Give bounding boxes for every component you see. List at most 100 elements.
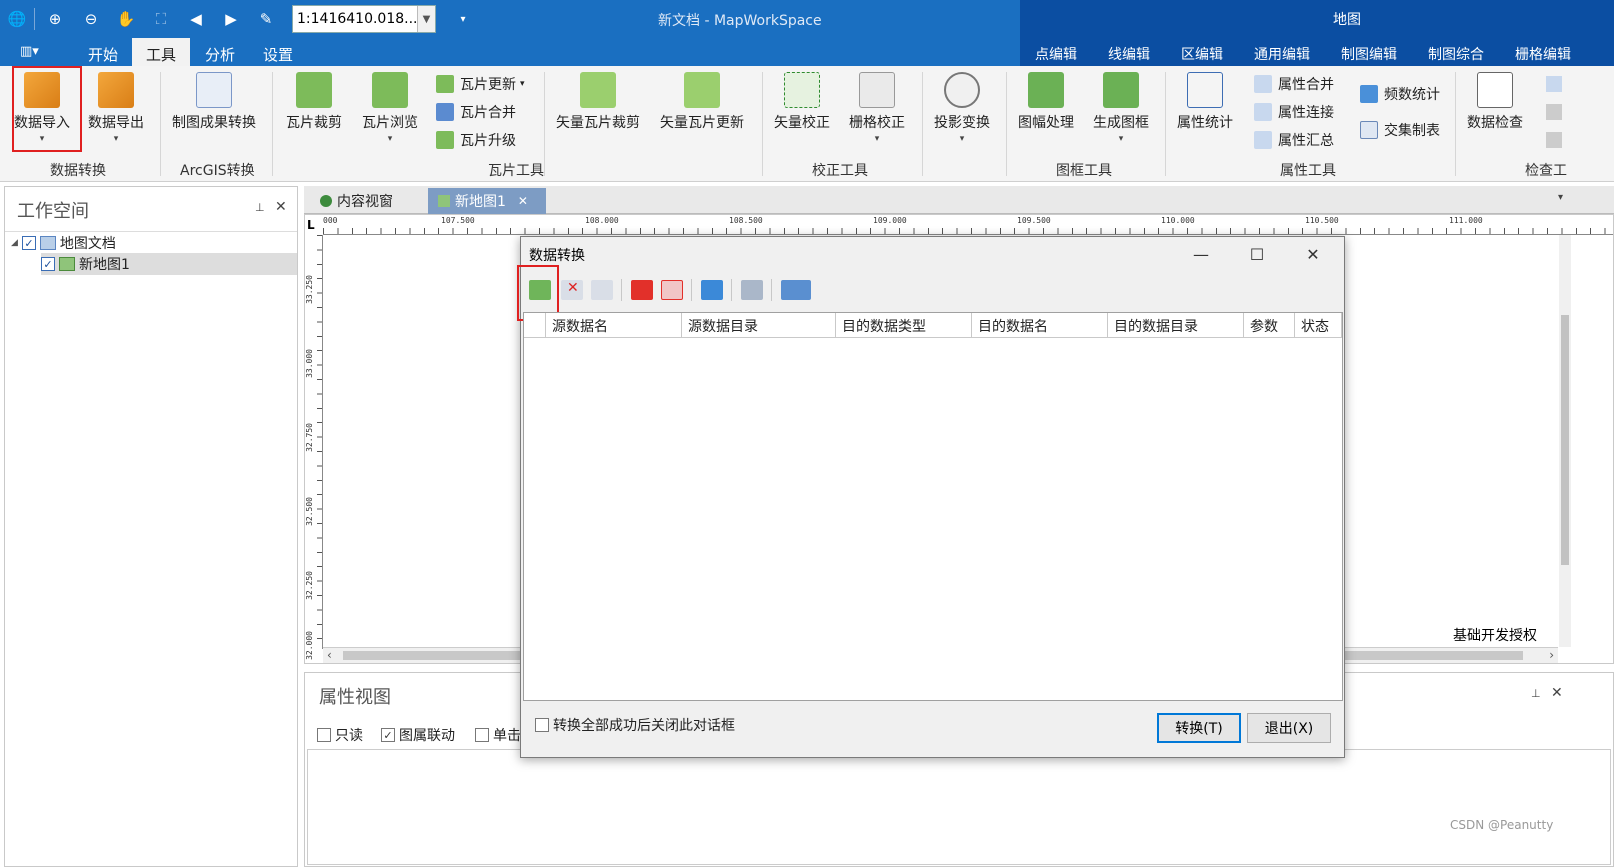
vector-tile-update-button[interactable]: 矢量瓦片更新: [660, 72, 744, 132]
close-icon[interactable]: ✕: [518, 194, 528, 208]
data-export-button[interactable]: 数据导出 ▾: [88, 72, 144, 144]
deselect-all-icon[interactable]: [661, 280, 683, 300]
attr-summary-button[interactable]: 属性汇总: [1254, 130, 1334, 150]
zoom-out-icon[interactable]: ⊖: [80, 8, 102, 30]
tree-item-new-map[interactable]: ✓ 新地图1: [41, 253, 297, 275]
horizontal-ruler: 000 107.500 108.000 108.500 109.000 109.…: [323, 215, 1613, 235]
checkbox[interactable]: [317, 728, 331, 742]
attr-merge-icon: [1254, 75, 1272, 93]
tile-clip-button[interactable]: 瓦片裁剪: [286, 72, 342, 132]
frame-process-button[interactable]: 图幅处理: [1018, 72, 1074, 132]
map-result-convert-button[interactable]: 制图成果转换: [172, 72, 256, 132]
check-small-icon-1[interactable]: [1546, 76, 1562, 92]
col-header-source-name[interactable]: 源数据名: [546, 313, 682, 338]
attr-merge-button[interactable]: 属性合并: [1254, 74, 1334, 94]
tab-analysis[interactable]: 分析: [205, 44, 235, 65]
tile-browse-button[interactable]: 瓦片浏览 ▾: [362, 72, 418, 144]
pan-hand-icon[interactable]: ✋: [115, 8, 137, 30]
group-separator: [1455, 72, 1456, 176]
browse-search-icon[interactable]: [701, 280, 723, 300]
tab-new-map[interactable]: 新地图1 ✕: [428, 188, 546, 214]
col-header-status[interactable]: 状态: [1295, 313, 1342, 338]
next-view-icon[interactable]: ▶: [220, 8, 242, 30]
tab-start[interactable]: 开始: [88, 44, 118, 65]
tree-item-map-document[interactable]: ◢ ✓ 地图文档: [11, 233, 116, 253]
options-dropdown-icon[interactable]: [781, 280, 811, 300]
check-small-icon-2[interactable]: [1546, 104, 1562, 120]
minimize-button[interactable]: —: [1186, 241, 1216, 267]
projection-button[interactable]: 投影变换 ▾: [934, 72, 990, 144]
close-button[interactable]: ✕: [1298, 241, 1328, 267]
scale-value[interactable]: 1:1416410.018...: [293, 11, 417, 27]
checkbox[interactable]: ✓: [41, 257, 55, 271]
tab-general-edit[interactable]: 通用编辑: [1254, 44, 1310, 64]
delete-item-icon[interactable]: ✕: [561, 280, 583, 300]
pin-icon[interactable]: ⊥: [1531, 687, 1541, 700]
vector-correct-button[interactable]: 矢量校正: [774, 72, 830, 132]
convert-button[interactable]: 转换(T): [1157, 713, 1241, 743]
gen-frame-button[interactable]: 生成图框 ▾: [1093, 72, 1149, 144]
refresh-wand-icon[interactable]: ✎: [255, 8, 277, 30]
tab-cartography-edit[interactable]: 制图编辑: [1341, 44, 1397, 64]
tab-raster-edit[interactable]: 栅格编辑: [1515, 44, 1571, 64]
edit-list-icon[interactable]: [591, 280, 613, 300]
tab-cartography-generalize[interactable]: 制图综合: [1428, 44, 1484, 64]
exit-button[interactable]: 退出(X): [1247, 713, 1331, 743]
attr-join-button[interactable]: 属性连接: [1254, 102, 1334, 122]
tab-point-edit[interactable]: 点编辑: [1035, 44, 1077, 64]
close-on-success-checkbox[interactable]: 转换全部成功后关闭此对话框: [535, 715, 735, 735]
col-header-target-type[interactable]: 目的数据类型: [836, 313, 972, 338]
full-extent-icon[interactable]: ⛶: [150, 8, 172, 30]
vertical-scrollbar[interactable]: [1559, 235, 1571, 647]
scroll-left-icon[interactable]: ‹: [327, 648, 332, 662]
vector-tile-clip-button[interactable]: 矢量瓦片裁剪: [556, 72, 640, 132]
workspace-title: 工作空间: [17, 201, 89, 222]
app-menu-icon[interactable]: ▥▾: [20, 44, 39, 59]
tile-update-button[interactable]: 瓦片更新 ▾: [436, 74, 525, 94]
select-all-icon[interactable]: [631, 280, 653, 300]
data-check-button[interactable]: 数据检查: [1467, 72, 1523, 132]
checkbox[interactable]: [475, 728, 489, 742]
check-small-icon-3[interactable]: [1546, 132, 1562, 148]
close-icon[interactable]: ✕: [275, 199, 287, 215]
col-header-params[interactable]: 参数: [1244, 313, 1295, 338]
tab-tools[interactable]: 工具: [132, 38, 191, 66]
single-click-checkbox[interactable]: 单击: [475, 725, 521, 745]
customize-quick-access-icon[interactable]: ▾: [452, 8, 474, 30]
tab-content-view[interactable]: 内容视窗: [310, 188, 403, 214]
ruler-tick-label: 33.000: [305, 349, 314, 378]
tab-label: 新地图1: [455, 194, 506, 210]
tile-update-icon: [436, 75, 454, 93]
checkbox[interactable]: ✓: [381, 728, 395, 742]
attr-stats-button[interactable]: 属性统计: [1177, 72, 1233, 132]
maximize-button[interactable]: ☐: [1242, 241, 1272, 267]
tile-merge-button[interactable]: 瓦片合并: [436, 102, 516, 122]
chevron-down-icon[interactable]: ▼: [417, 6, 435, 32]
checkbox[interactable]: ✓: [21, 236, 36, 250]
tab-line-edit[interactable]: 线编辑: [1108, 44, 1150, 64]
convert-list-grid[interactable]: 源数据名 源数据目录 目的数据类型 目的数据名 目的数据目录 参数 状态: [523, 312, 1343, 701]
close-icon[interactable]: ✕: [1551, 685, 1563, 701]
tree-expand-icon[interactable]: ◢: [11, 238, 18, 248]
raster-correct-button[interactable]: 栅格校正 ▾: [849, 72, 905, 144]
readonly-checkbox[interactable]: 只读: [317, 725, 363, 745]
freq-stats-button[interactable]: 频数统计: [1360, 84, 1440, 104]
previous-view-icon[interactable]: ◀: [185, 8, 207, 30]
properties-grid[interactable]: [307, 749, 1611, 865]
tile-upgrade-button[interactable]: 瓦片升级: [436, 130, 516, 150]
tab-settings[interactable]: 设置: [263, 44, 293, 65]
tab-region-edit[interactable]: 区编辑: [1181, 44, 1223, 64]
scale-combobox[interactable]: 1:1416410.018... ▼: [292, 5, 436, 33]
zoom-in-icon[interactable]: ⊕: [44, 8, 66, 30]
col-header-source-dir[interactable]: 源数据目录: [682, 313, 836, 338]
map-attr-link-checkbox[interactable]: ✓ 图属联动: [381, 725, 455, 745]
globe-icon[interactable]: 🌐: [6, 8, 28, 30]
col-header-target-dir[interactable]: 目的数据目录: [1108, 313, 1244, 338]
cross-table-button[interactable]: 交集制表: [1360, 120, 1440, 140]
scroll-right-icon[interactable]: ›: [1549, 648, 1554, 662]
col-header-target-name[interactable]: 目的数据名: [972, 313, 1108, 338]
chevron-down-icon[interactable]: ▾: [1558, 192, 1563, 203]
settings-param-icon[interactable]: [741, 280, 763, 300]
pin-icon[interactable]: ⊥: [255, 201, 265, 214]
checkbox[interactable]: [535, 718, 549, 732]
